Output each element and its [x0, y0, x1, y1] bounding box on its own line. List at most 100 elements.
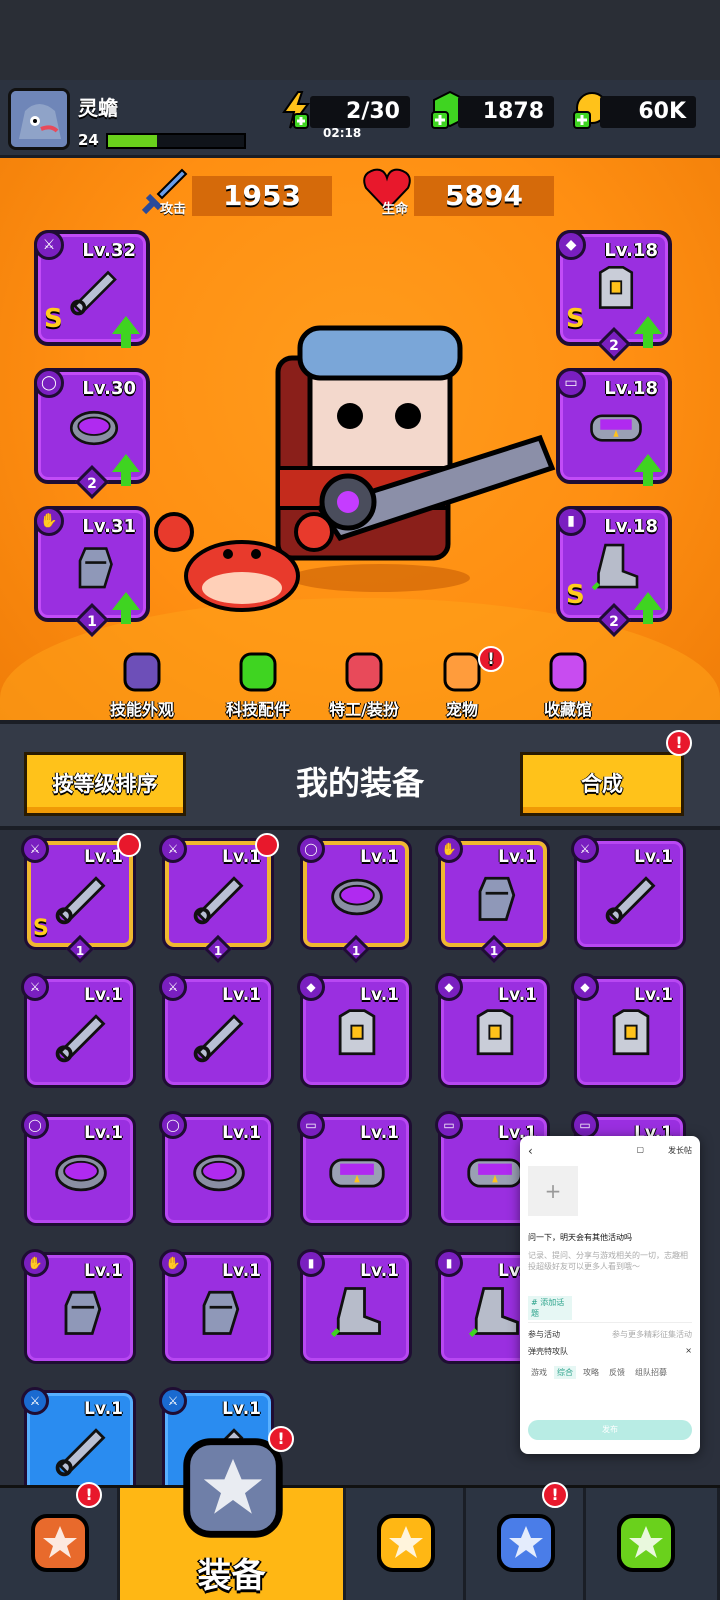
back-chevron-icon[interactable]: ‹	[528, 1144, 533, 1158]
tab-label: 科技配件	[225, 700, 290, 719]
merge-button[interactable]: 合成	[520, 752, 684, 816]
nav-shop[interactable]: !	[0, 1482, 120, 1600]
equipped-boots-slot[interactable]: ▮ Lv.18 S 2	[556, 506, 672, 637]
glove-type-icon: ✋	[34, 506, 64, 536]
equipped-weapon-slot[interactable]: ⚔ Lv.32 S	[34, 230, 150, 348]
tag-chip[interactable]: 组队招募	[632, 1366, 670, 1379]
game-screen: 灵蟾 24 2/30 02:18 1878 60K 攻击 1953 生命 589…	[0, 0, 720, 1600]
tab-tech-parts[interactable]: 科技配件	[208, 650, 308, 720]
sort-by-level-button[interactable]: 按等级排序	[24, 752, 186, 816]
inventory-item-weapon[interactable]: ⚔ Lv.1 S 1	[21, 833, 141, 964]
player-avatar[interactable]	[8, 88, 70, 150]
xp-bar-fill	[108, 135, 157, 147]
inventory-item-necklace[interactable]: ◯ Lv.1	[21, 1111, 136, 1226]
item-level-label: Lv.1	[84, 985, 123, 1005]
star-count: 1	[75, 944, 85, 958]
activity-row[interactable]: 参与活动 参与更多精彩征集活动	[528, 1322, 692, 1340]
post-long-button[interactable]: 发长帖	[668, 1145, 692, 1156]
star-count: 2	[609, 614, 619, 630]
star-count: 1	[489, 944, 499, 958]
armor-type-icon: ◆	[297, 973, 325, 1001]
nav-equipment[interactable]: 装备!	[120, 1426, 346, 1600]
pet-crab-icon[interactable]	[150, 508, 340, 618]
weapon-item-icon	[66, 262, 122, 318]
weapon-type-icon: ⚔	[34, 230, 64, 260]
inventory-item-weapon[interactable]: ⚔ Lv.1	[21, 973, 136, 1088]
inventory-item-belt[interactable]: ▭ Lv.1	[297, 1111, 412, 1226]
inventory-item-glove[interactable]: ✋ Lv.1	[159, 1249, 274, 1364]
tab-skin-appearance[interactable]: 技能外观	[92, 650, 192, 720]
game-group-row[interactable]: 弹壳特攻队 ×	[528, 1346, 692, 1357]
weapon-type-icon: ⚔	[159, 835, 187, 863]
tag-chip[interactable]: 综合	[554, 1366, 576, 1379]
inventory-item-necklace[interactable]: ◯ Lv.1	[159, 1111, 274, 1226]
attack-value: 1953	[192, 176, 332, 216]
community-post-popup[interactable]: ‹ 发长帖 ▢ + 问一下，明天会有其他活动吗 记录、提问、分享与游戏相关的一切…	[520, 1136, 700, 1454]
inventory-item-glove[interactable]: ✋ Lv.1 1	[435, 835, 550, 964]
nav-evolution[interactable]	[586, 1488, 720, 1600]
upgrade-arrow-icon	[634, 316, 662, 348]
inventory-item-necklace[interactable]: ◯ Lv.1 1	[297, 835, 412, 964]
coins-value: 60K	[600, 96, 696, 128]
upgrade-arrow-icon	[112, 592, 140, 624]
belt-item-icon	[588, 400, 644, 456]
necklace-item-icon	[51, 1143, 111, 1203]
glove-type-icon: ✋	[159, 1249, 187, 1277]
necklace-item-icon	[66, 400, 122, 456]
necklace-type-icon: ◯	[159, 1111, 187, 1139]
inventory-item-armor[interactable]: ◆ Lv.1	[571, 973, 686, 1088]
boots-item-icon	[327, 1281, 387, 1341]
upgrade-arrow-icon	[634, 592, 662, 624]
tab-pet[interactable]: 宠物!	[412, 646, 512, 720]
close-icon[interactable]: ×	[685, 1346, 692, 1355]
skin-appearance-icon	[119, 650, 165, 694]
equipped-armor-slot[interactable]: ◆ Lv.18 S 2	[556, 230, 672, 361]
tag-chip[interactable]: 攻略	[580, 1366, 602, 1379]
player-level: 24	[78, 131, 99, 149]
inventory-item-boots[interactable]: ▮ Lv.1	[297, 1249, 412, 1364]
glove-item-icon	[66, 538, 122, 594]
item-level-label: Lv.1	[360, 985, 399, 1005]
rarity-label: S	[44, 304, 63, 334]
equipped-belt-slot[interactable]: ▭ Lv.18	[556, 368, 672, 486]
equipped-glove-slot[interactable]: ✋ Lv.31 1	[34, 506, 150, 637]
glove-item-icon	[51, 1281, 111, 1341]
pet-alert-badge: !	[478, 646, 504, 672]
inventory-item-weapon[interactable]: ⚔ Lv.1	[159, 973, 274, 1088]
item-level-label: Lv.1	[84, 1399, 123, 1419]
weapon-item-icon	[189, 1005, 249, 1065]
boots-item-icon	[588, 538, 644, 594]
hp-value: 5894	[414, 176, 554, 216]
item-level-label: Lv.1	[222, 1261, 261, 1281]
item-level-label: Lv.1	[222, 985, 261, 1005]
tag-chip[interactable]: 反馈	[606, 1366, 628, 1379]
add-image-button[interactable]: +	[528, 1166, 578, 1216]
calendar-icon[interactable]: ▢	[636, 1145, 644, 1154]
nav-battle[interactable]	[346, 1488, 466, 1600]
inventory-item-glove[interactable]: ✋ Lv.1	[21, 1249, 136, 1364]
tab-collection[interactable]: 收藏馆	[518, 650, 618, 720]
tab-label: 技能外观	[109, 700, 174, 719]
inventory-item-weapon[interactable]: ⚔ Lv.1 1	[159, 833, 279, 964]
armor-type-icon: ◆	[571, 973, 599, 1001]
post-question-text[interactable]: 问一下，明天会有其他活动吗	[528, 1232, 692, 1243]
necklace-type-icon: ◯	[34, 368, 64, 398]
add-topic-chip[interactable]: # 添加话题	[528, 1296, 572, 1320]
game-group-name: 弹壳特攻队	[528, 1347, 568, 1356]
inventory-item-armor[interactable]: ◆ Lv.1	[297, 973, 412, 1088]
star-count: 2	[87, 476, 97, 492]
tab-agent-costume[interactable]: 特工/装扮	[314, 650, 414, 720]
tab-label: 宠物	[445, 700, 478, 719]
publish-button[interactable]: 发布	[528, 1420, 692, 1440]
weapon-type-icon: ⚔	[159, 1387, 187, 1415]
collection-icon	[545, 650, 591, 694]
bottom-nav: ! 装备!!	[0, 1426, 720, 1600]
equipped-necklace-slot[interactable]: ◯ Lv.30 2	[34, 368, 150, 499]
tag-chip[interactable]: 游戏	[528, 1366, 550, 1379]
nav-world[interactable]: !	[466, 1482, 586, 1600]
glove-type-icon: ✋	[21, 1249, 49, 1277]
inventory-item-weapon[interactable]: ⚔ Lv.1	[571, 835, 686, 950]
armor-item-icon	[465, 1005, 525, 1065]
equipped-level-label: Lv.18	[604, 516, 658, 537]
inventory-item-armor[interactable]: ◆ Lv.1	[435, 973, 550, 1088]
